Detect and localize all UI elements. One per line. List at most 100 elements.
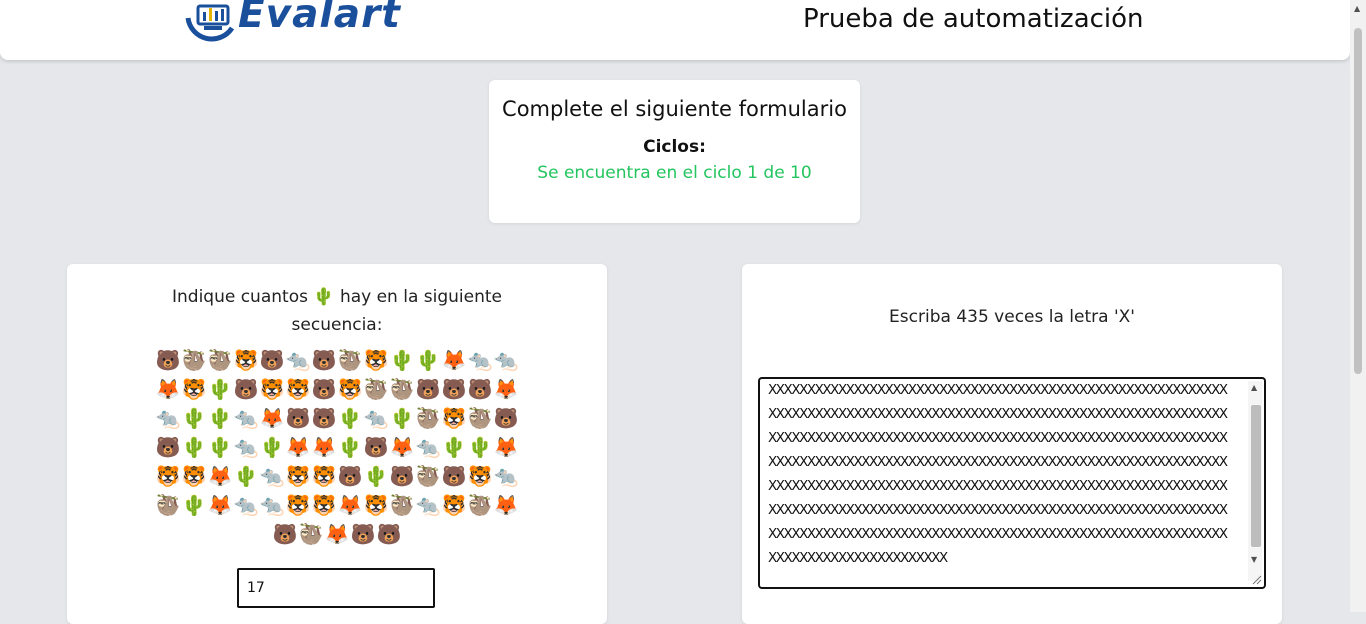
sequence-emoji: 🐀 [155,406,181,430]
sequence-emoji: 🐀 [233,406,259,430]
sequence-emoji: 🦥 [181,348,207,372]
sequence-emoji: 🐻 [285,406,311,430]
sequence-emoji: 🌵 [337,435,363,459]
scroll-down-icon[interactable]: ▼ [1251,555,1257,564]
sequence-emoji: 🐀 [415,493,441,517]
sequence-emoji: 🌵 [207,377,233,401]
sequence-emoji: 🐯 [311,493,337,517]
page-title: Prueba de automatización [803,4,1144,34]
sequence-emoji: 🦊 [285,435,311,459]
sequence-emoji: 🐻 [155,348,181,372]
typing-question-card: Escriba 435 veces la letra 'X' XXXXXXXXX… [742,264,1282,624]
sequence-emoji: 🌵 [233,464,259,488]
sequence-emoji: 🦥 [415,406,441,430]
sequence-emoji: 🐻 [441,464,467,488]
count-question: Indique cuantos 🌵 hay en la siguiente se… [152,283,522,339]
scrollbar-thumb[interactable] [1354,28,1362,374]
sequence-emoji: 🌵 [207,435,233,459]
typing-instruction: Escriba 435 veces la letra 'X' [889,307,1135,327]
emoji-sequence: 🐻 🦥 🦥 🐯 🐻 🐀 🐻 🦥 🐯 🌵 🌵 🦊 🐀 🐀 🦊 🐯 🌵 🐻 🐯 🐯 🐻 🐯 🦥 🦥 🐻 🐻 🐻 🦊 🐀 🌵 🌵 🐀 🦊 🐻 🐻 🌵 🐀 🌵 🦥 🐯… [147,348,527,546]
count-answer-input[interactable] [237,568,435,608]
sequence-emoji: 🐻 [363,435,389,459]
sequence-emoji: 🦊 [493,435,519,459]
x-textarea[interactable]: XXXXXXXXXXXXXXXXXXXXXXXXXXXXXXXXXXXXXXXX… [758,377,1266,589]
sequence-emoji: 🐻 [272,522,298,546]
sequence-emoji: 🐯 [337,377,363,401]
sequence-emoji: 🦊 [259,406,285,430]
sequence-emoji: 🐀 [259,493,285,517]
sequence-emoji: 🐻 [415,377,441,401]
sequence-emoji: 🦥 [363,377,389,401]
sequence-emoji: 🐻 [259,348,285,372]
sequence-emoji: 🐯 [363,348,389,372]
sequence-emoji: 🦊 [493,377,519,401]
sequence-emoji: 🐯 [285,377,311,401]
sequence-emoji: 🐯 [467,464,493,488]
sequence-emoji: 🐀 [493,464,519,488]
sequence-emoji: 🐀 [285,348,311,372]
sequence-emoji: 🌵 [181,406,207,430]
sequence-emoji: 🐀 [259,464,285,488]
sequence-emoji: 🌵 [207,406,233,430]
sequence-emoji: 🦥 [155,493,181,517]
scroll-up-icon[interactable]: ▲ [1251,383,1257,392]
sequence-emoji: 🦊 [155,377,181,401]
sequence-emoji: 🦥 [467,406,493,430]
sequence-emoji: 🌵 [181,493,207,517]
sequence-emoji: 🐻 [350,522,376,546]
sequence-emoji: 🐻 [311,348,337,372]
sequence-emoji: 🐯 [233,348,259,372]
sequence-emoji: 🦥 [337,348,363,372]
sequence-emoji: 🌵 [259,435,285,459]
form-heading: Complete el siguiente formulario [502,97,847,121]
sequence-emoji: 🦊 [207,464,233,488]
sequence-emoji: 🦊 [441,348,467,372]
logo-mark-icon [185,4,235,42]
evalart-logo: Evalart [180,0,430,44]
cycle-status: Se encuentra en el ciclo 1 de 10 [537,163,812,183]
sequence-emoji: 🐻 [233,377,259,401]
sequence-emoji: 🐯 [441,406,467,430]
sequence-emoji: 🐀 [467,348,493,372]
resize-grip-icon[interactable] [1250,573,1262,585]
sequence-emoji: 🌵 [363,464,389,488]
textarea-content[interactable]: XXXXXXXXXXXXXXXXXXXXXXXXXXXXXXXXXXXXXXXX… [768,379,1233,571]
sequence-emoji: 🐯 [155,464,181,488]
sequence-emoji: 🦥 [467,493,493,517]
scroll-up-icon[interactable]: ▲ [1354,4,1360,13]
question-prefix: Indique cuantos [171,287,308,307]
sequence-emoji: 🐀 [233,493,259,517]
sequence-emoji: 🦊 [493,493,519,517]
textarea-scrollbar[interactable]: ▲ ▼ [1248,381,1262,581]
app-header: Evalart Prueba de automatización [0,0,1350,60]
sequence-emoji: 🐻 [376,522,402,546]
sequence-emoji: 🐻 [493,406,519,430]
sequence-emoji: 🦊 [311,435,337,459]
sequence-emoji: 🦥 [207,348,233,372]
sequence-emoji: 🌵 [441,435,467,459]
textarea-scroll-thumb[interactable] [1251,405,1261,547]
cactus-icon: 🌵 [313,287,335,307]
sequence-emoji: 🐻 [311,406,337,430]
sequence-emoji: 🐯 [363,493,389,517]
sequence-emoji: 🦥 [298,522,324,546]
sequence-emoji: 🐻 [155,435,181,459]
sequence-emoji: 🐻 [441,377,467,401]
sequence-emoji: 🦊 [389,435,415,459]
sequence-emoji: 🐻 [337,464,363,488]
sequence-emoji: 🐻 [389,464,415,488]
sequence-emoji: 🐻 [467,377,493,401]
sequence-emoji: 🦊 [337,493,363,517]
sequence-emoji: 🦊 [207,493,233,517]
sequence-emoji: 🌵 [181,435,207,459]
sequence-emoji: 🦥 [389,493,415,517]
sequence-emoji: 🦊 [324,522,350,546]
page-scrollbar[interactable]: ▲ [1350,0,1366,612]
cycles-label: Ciclos: [643,137,706,157]
sequence-emoji: 🐯 [285,464,311,488]
sequence-emoji: 🐯 [441,493,467,517]
sequence-emoji: 🐯 [181,464,207,488]
sequence-emoji: 🌵 [467,435,493,459]
sequence-emoji: 🐯 [311,464,337,488]
sequence-emoji: 🐯 [181,377,207,401]
